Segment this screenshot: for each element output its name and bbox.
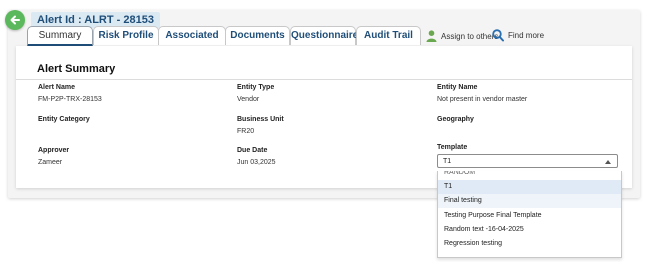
option-random[interactable]: RANDOM <box>438 171 621 180</box>
entity-name-value: Not present in vendor master <box>437 96 528 103</box>
approver-label: Approver <box>38 147 70 154</box>
alert-name-value: FM-P2P-TRX-28153 <box>38 96 102 103</box>
alert-name-label: Alert Name <box>38 84 75 91</box>
find-more-label: Find more <box>508 30 545 40</box>
tab-documents[interactable]: Documents <box>225 26 290 45</box>
tab-questionnaire[interactable]: Questionnaire <box>290 26 358 45</box>
geography-label: Geography <box>437 116 474 123</box>
option-testing-purpose-final-template[interactable]: Testing Purpose Final Template <box>438 209 621 223</box>
entity-type-label: Entity Type <box>237 84 275 91</box>
due-date-value: Jun 03,2025 <box>237 159 276 166</box>
entity-type-value: Vendor <box>237 96 260 103</box>
back-button[interactable] <box>5 10 25 30</box>
entity-category-label: Entity Category <box>38 116 90 123</box>
alert-summary-card: Alert Summary Alert Name FM-P2P-TRX-2815… <box>16 46 632 188</box>
user-icon <box>426 30 437 42</box>
due-date-label: Due Date <box>237 147 268 154</box>
business-unit-value: FR20 <box>237 128 255 135</box>
search-icon <box>492 28 504 41</box>
entity-name-label: Entity Name <box>437 84 478 91</box>
business-unit-label: Business Unit <box>237 116 284 123</box>
option-random-text[interactable]: Random text -16-04-2025 <box>438 223 621 237</box>
template-select[interactable]: T1 <box>437 154 618 168</box>
chevron-up-icon <box>605 160 611 164</box>
template-selected-value: T1 <box>443 158 452 165</box>
option-final-testing[interactable]: Final testing <box>438 194 621 208</box>
option-t1[interactable]: T1 <box>438 180 621 194</box>
approver-value: Zameer <box>38 159 63 166</box>
tab-audit-trail[interactable]: Audit Trail <box>356 26 421 45</box>
arrow-left-icon <box>10 15 20 25</box>
tab-risk-profile[interactable]: Risk Profile <box>93 26 159 45</box>
divider <box>16 79 632 80</box>
template-dropdown[interactable]: RANDOM T1 Final testing Testing Purpose … <box>437 171 622 258</box>
alert-summary-title: Alert Summary <box>37 63 116 75</box>
assign-label: Assign to others <box>441 31 499 41</box>
template-label: Template <box>437 144 468 151</box>
option-regression-testing[interactable]: Regression testing <box>438 237 621 251</box>
find-more-button[interactable]: Find more <box>492 27 544 43</box>
tab-associated-alerts[interactable]: Associated Alerts <box>158 26 226 59</box>
tab-summary[interactable]: Summary <box>27 26 93 47</box>
assign-to-others-button[interactable]: Assign to others <box>426 28 498 44</box>
